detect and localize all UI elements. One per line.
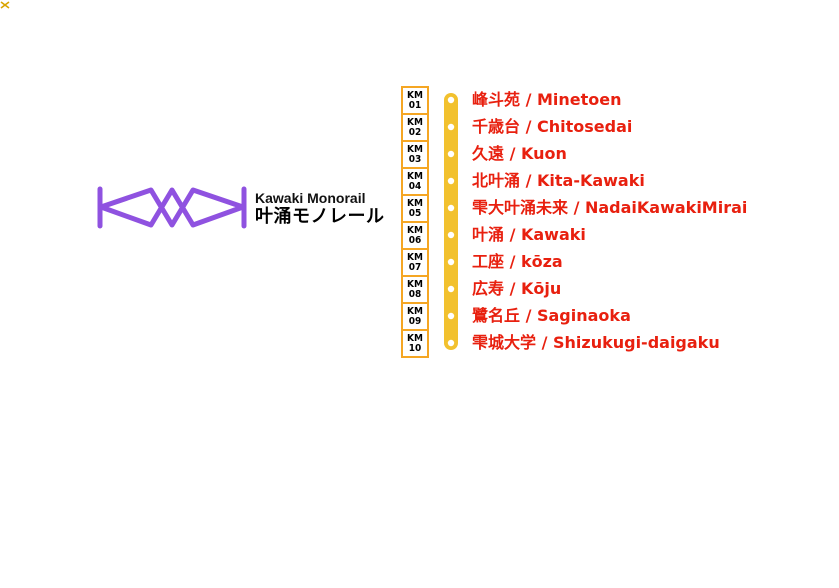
station-code-prefix: KM xyxy=(407,143,423,155)
station-code-prefix: KM xyxy=(407,89,423,101)
station-name: 工座 / kōza xyxy=(472,252,563,271)
station-stop-dot xyxy=(447,123,455,131)
station-stop-dot xyxy=(447,96,455,104)
station-code-column: KM 01 KM 02 KM 03 KM 04 KM 05 KM 06 KM 07 KM 08 KM 09 KM 10 xyxy=(401,86,429,358)
station-code-badge: KM 03 xyxy=(403,142,427,169)
monorail-logo xyxy=(97,186,247,229)
station-code-number: 07 xyxy=(408,261,422,273)
station-stop-dot xyxy=(447,285,455,293)
station-name: 北叶涌 / Kita-Kawaki xyxy=(472,171,645,190)
station-stop-dot xyxy=(447,312,455,320)
station-code-number: 04 xyxy=(408,180,422,192)
station-stop-dot xyxy=(447,204,455,212)
station-code-badge: KM 09 xyxy=(403,304,427,331)
line-name-japanese: 叶涌モノレール xyxy=(255,206,385,227)
station-code-badge: KM 02 xyxy=(403,115,427,142)
station-code-number: 05 xyxy=(408,207,422,219)
station-code-badge: KM 07 xyxy=(403,250,427,277)
station-code-badge: KM 01 xyxy=(403,88,427,115)
station-stop-dot xyxy=(447,150,455,158)
station-code-number: 02 xyxy=(408,126,422,138)
station-stop-dot xyxy=(447,231,455,239)
station-code-badge: KM 08 xyxy=(403,277,427,304)
station-stop-dot xyxy=(447,177,455,185)
station-code-number: 03 xyxy=(408,153,422,165)
route-line xyxy=(444,93,458,350)
station-code-badge: KM 04 xyxy=(403,169,427,196)
station-name: 広寿 / Kōju xyxy=(472,279,562,298)
station-stop-dot xyxy=(447,339,455,347)
line-name: Kawaki Monorail 叶涌モノレール xyxy=(255,190,385,228)
station-code-prefix: KM xyxy=(407,197,423,209)
station-code-prefix: KM xyxy=(407,116,423,128)
station-stop-dot xyxy=(447,258,455,266)
station-code-prefix: KM xyxy=(407,332,423,344)
line-name-english: Kawaki Monorail xyxy=(255,190,366,206)
station-name: 雫城大学 / Shizukugi-daigaku xyxy=(472,333,720,352)
station-name: 久遠 / Kuon xyxy=(472,144,567,163)
station-code-number: 10 xyxy=(408,342,422,354)
station-code-badge: KM 05 xyxy=(403,196,427,223)
station-code-number: 01 xyxy=(408,99,422,111)
station-code-number: 09 xyxy=(408,315,422,327)
station-name: 峰斗苑 / Minetoen xyxy=(472,90,622,109)
station-code-prefix: KM xyxy=(407,278,423,290)
station-code-prefix: KM xyxy=(407,224,423,236)
station-code-prefix: KM xyxy=(407,251,423,263)
corner-mark-icon xyxy=(0,1,10,9)
station-name: 叶涌 / Kawaki xyxy=(472,225,586,244)
station-name: 雫大叶涌未来 / NadaiKawakiMirai xyxy=(472,198,748,217)
station-name: 千歳台 / Chitosedai xyxy=(472,117,633,136)
station-code-number: 06 xyxy=(408,234,422,246)
station-code-prefix: KM xyxy=(407,305,423,317)
station-name: 鷺名丘 / Saginaoka xyxy=(472,306,631,325)
station-code-badge: KM 10 xyxy=(403,331,427,356)
station-code-badge: KM 06 xyxy=(403,223,427,250)
station-list: 峰斗苑 / Minetoen 千歳台 / Chitosedai 久遠 / Kuon 北… xyxy=(472,88,747,358)
station-code-prefix: KM xyxy=(407,170,423,182)
station-code-number: 08 xyxy=(408,288,422,300)
